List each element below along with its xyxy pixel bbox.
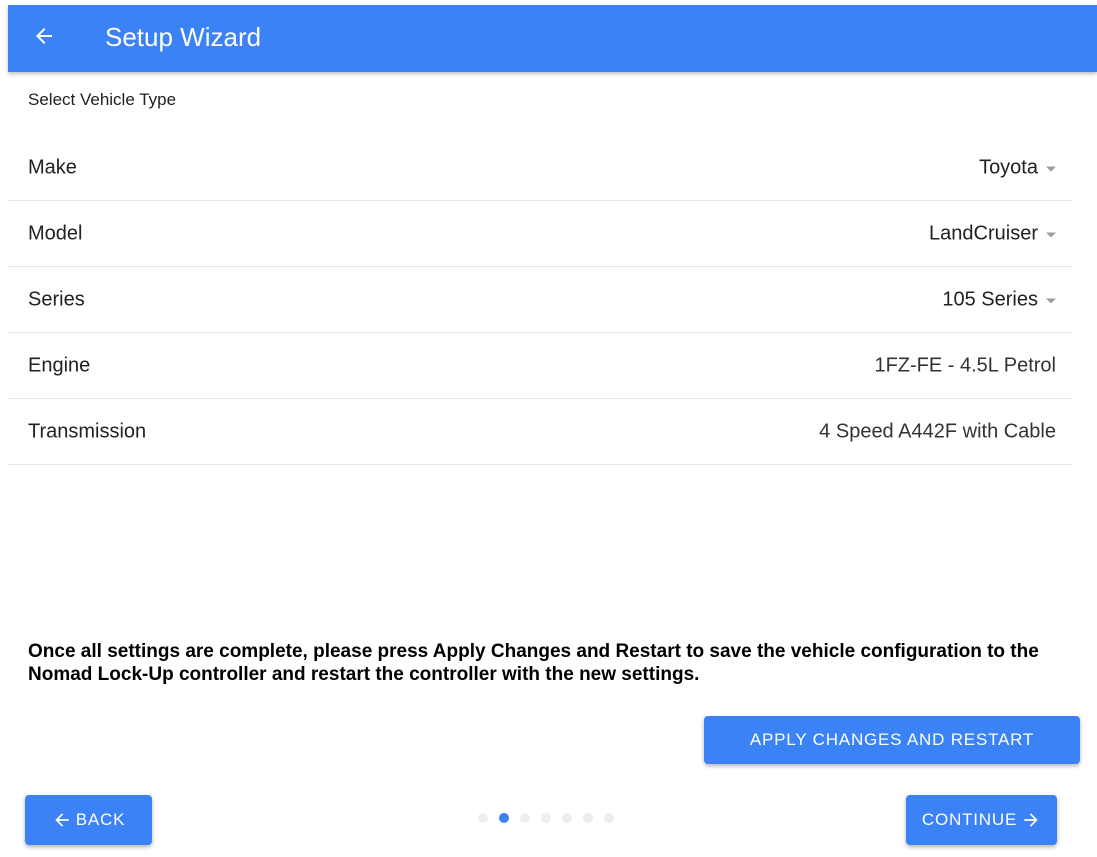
caret-down-icon [1046,232,1056,237]
step-dot [520,813,530,823]
setting-label: Series [28,288,85,310]
series-select[interactable]: 105 Series [942,288,1056,311]
apply-changes-restart-button[interactable]: APPLY CHANGES AND RESTART [704,716,1080,764]
setting-value: Toyota [979,156,1038,178]
step-dot [562,813,572,823]
arrow-right-icon [1021,810,1041,830]
step-dot [478,813,488,823]
app-bar: Setup Wizard [8,5,1097,72]
page-title: Setup Wizard [105,22,262,52]
setting-row-series[interactable]: Series 105 Series [8,267,1072,333]
setting-value: 105 Series [942,288,1038,310]
setting-row-model[interactable]: Model LandCruiser [8,201,1072,267]
back-button[interactable]: BACK [25,795,152,845]
make-select[interactable]: Toyota [979,156,1056,179]
step-dot [541,813,551,823]
button-label: BACK [75,810,126,829]
setting-label: Model [28,222,83,244]
step-dot [583,813,593,823]
apply-notice-text: Once all settings are complete, please p… [28,641,1039,685]
step-dot-active [499,813,509,823]
setting-row-transmission: Transmission 4 Speed A442F with Cable [8,399,1072,465]
setting-label: Transmission [28,420,147,442]
caret-down-icon [1046,166,1056,171]
caret-down-icon [1046,298,1056,303]
engine-value: 1FZ-FE - 4.5L Petrol [874,354,1056,376]
model-select[interactable]: LandCruiser [929,222,1056,245]
setting-row-make[interactable]: Make Toyota [8,135,1072,201]
setting-value: LandCruiser [929,222,1038,244]
continue-button[interactable]: CONTINUE [906,795,1057,845]
section-title: Select Vehicle Type [28,90,177,109]
back-arrow-icon[interactable] [32,24,56,48]
arrow-left-icon [52,810,72,830]
step-dot [604,813,614,823]
setting-row-engine: Engine 1FZ-FE - 4.5L Petrol [8,333,1072,399]
transmission-value: 4 Speed A442F with Cable [819,420,1056,442]
step-indicator [478,811,625,825]
vehicle-settings-list: Make Toyota Model LandCruiser Series 105… [8,135,1072,465]
setting-label: Make [28,156,77,178]
setting-label: Engine [28,354,91,376]
button-label: APPLY CHANGES AND RESTART [749,730,1035,749]
button-label: CONTINUE [921,810,1018,829]
